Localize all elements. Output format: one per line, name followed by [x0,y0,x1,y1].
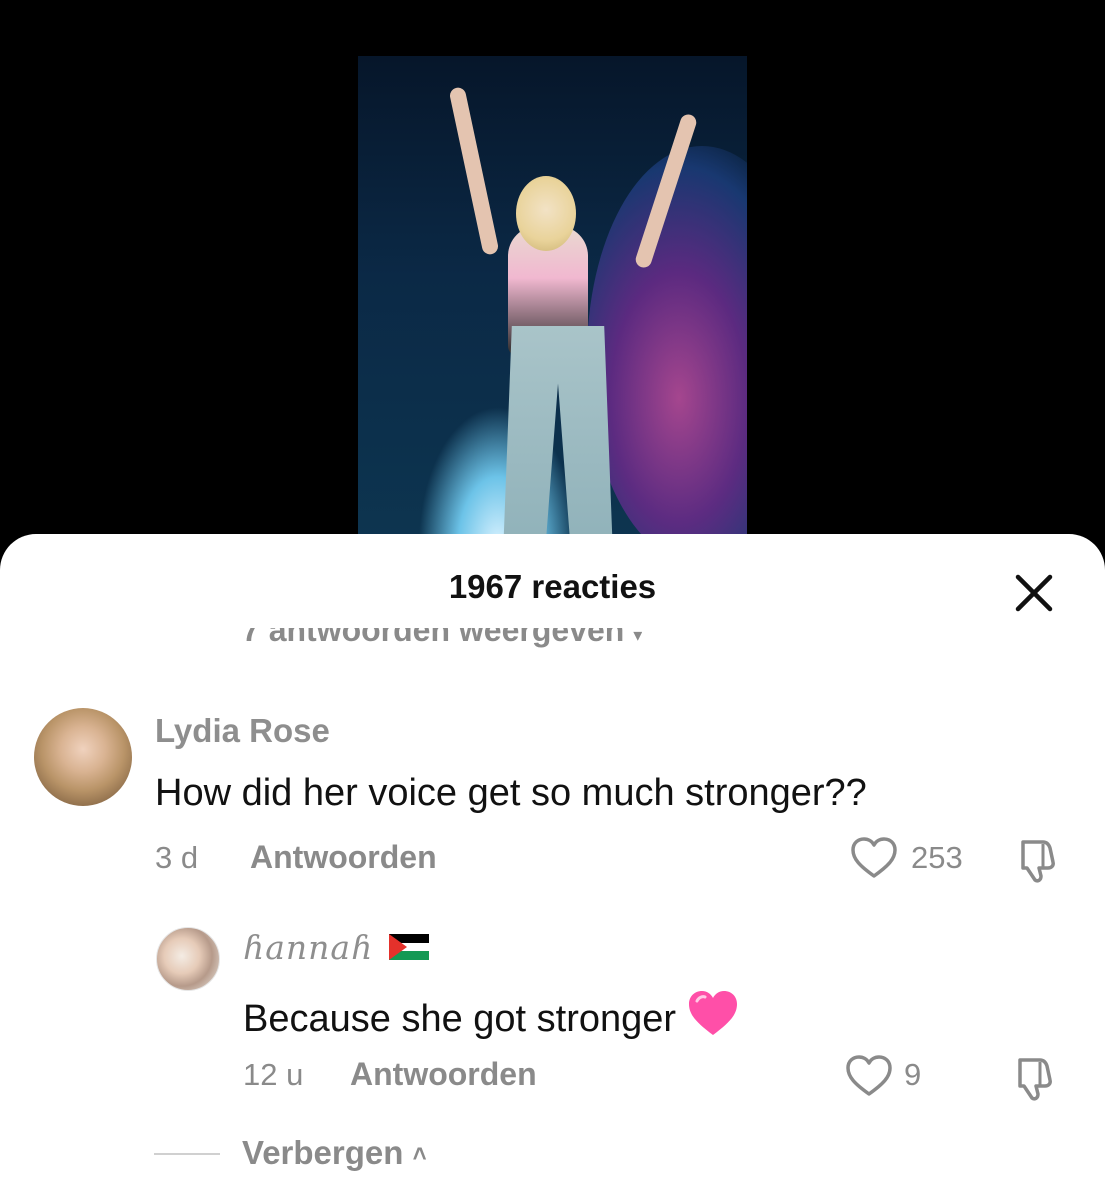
like-count: 253 [911,840,963,875]
avatar[interactable] [34,708,132,806]
thumbs-down-icon [1018,1058,1052,1101]
thumbs-down-icon [1021,840,1055,883]
dislike-button[interactable] [1010,1054,1058,1107]
divider [154,1153,220,1155]
like-count: 9 [904,1057,922,1092]
reply-time: 12 u [243,1057,304,1092]
reply-button[interactable]: Antwoorden [250,839,437,876]
view-replies-link[interactable]: 7 antwoorden weergeven ▾ [242,628,642,650]
comments-sheet: 1967 reacties 7 antwoorden weergeven ▾ L… [0,534,1105,1200]
close-icon [1015,574,1053,612]
reply-button[interactable]: Antwoorden [350,1056,537,1093]
reply-text: Because she got stronger [243,989,739,1047]
comments-count-title: 1967 reacties [448,568,657,605]
heart-icon [851,837,897,878]
view-replies-label: 7 antwoorden weergeven [242,628,625,648]
chevron-down-icon: ▾ [633,628,643,645]
like-button[interactable] [850,836,898,885]
palestine-flag-icon [389,934,429,960]
like-button[interactable] [845,1054,893,1103]
heart-icon [846,1055,892,1096]
comment-time: 3 d [155,840,199,875]
performer-arm-left [448,86,500,256]
chevron-up-icon: ˄ [412,1141,427,1168]
hide-replies-label: Verbergen [242,1134,404,1171]
hide-replies-button[interactable]: Verbergen ˄ [242,1134,427,1172]
reply-username[interactable]: ɦannaɦ [243,928,373,967]
avatar[interactable] [156,927,220,991]
close-button[interactable] [1010,569,1058,617]
performer-head [516,176,576,251]
comment-username[interactable]: Lydia Rose [155,712,330,750]
reply-text-body: Because she got stronger [243,998,677,1040]
comment-text: How did her voice get so much stronger?? [155,772,867,814]
pink-heart-emoji [687,989,739,1047]
video-player[interactable] [358,56,747,546]
dislike-button[interactable] [1013,836,1061,889]
